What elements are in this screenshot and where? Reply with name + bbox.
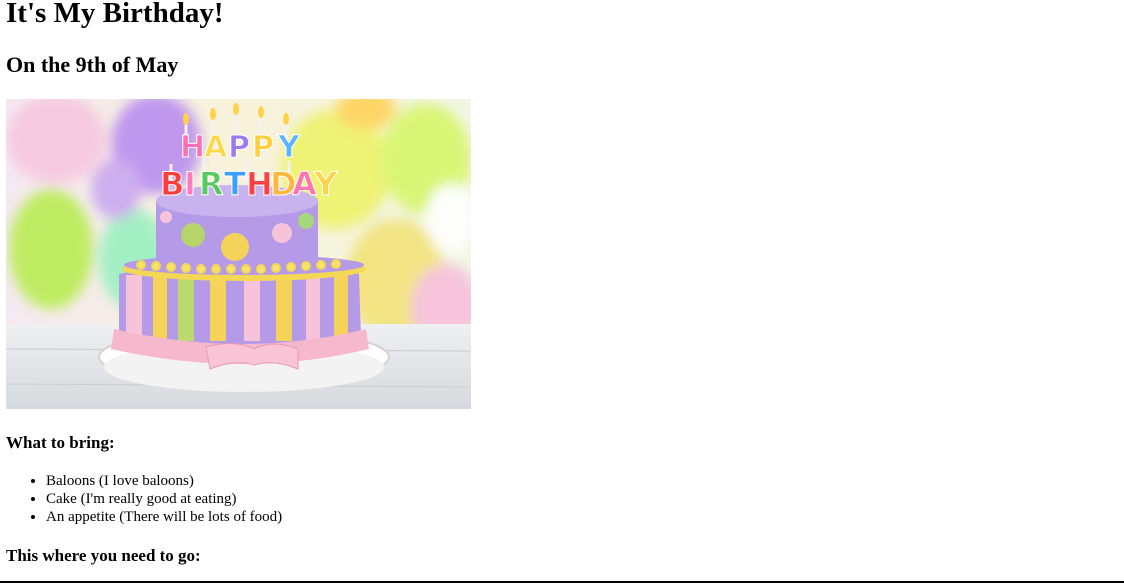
list-item: An appetite (There will be lots of food) bbox=[46, 508, 282, 526]
bring-list: Baloons (I love baloons) Cake (I'm reall… bbox=[6, 472, 282, 526]
svg-text:R: R bbox=[199, 165, 224, 203]
page-subtitle: On the 9th of May bbox=[6, 52, 179, 77]
svg-text:A: A bbox=[204, 130, 228, 165]
map-frame-top-border bbox=[0, 581, 1124, 583]
svg-text:Y: Y bbox=[313, 165, 338, 203]
birthday-cake-image: H A P P Y B I R T H D A Y bbox=[6, 99, 471, 409]
svg-text:P: P bbox=[252, 130, 274, 165]
list-item: Baloons (I love baloons) bbox=[46, 472, 282, 490]
svg-text:B: B bbox=[160, 165, 184, 203]
svg-text:P: P bbox=[228, 130, 250, 165]
what-to-bring-heading: What to bring: bbox=[6, 433, 115, 452]
page-title: It's My Birthday! bbox=[6, 0, 224, 29]
list-item: Cake (I'm really good at eating) bbox=[46, 490, 282, 508]
svg-text:T: T bbox=[224, 165, 246, 203]
svg-text:H: H bbox=[180, 130, 205, 165]
svg-text:I: I bbox=[184, 165, 196, 203]
svg-text:Y: Y bbox=[277, 130, 301, 165]
directions-heading: This where you need to go: bbox=[6, 546, 201, 565]
svg-text:H: H bbox=[246, 165, 273, 203]
